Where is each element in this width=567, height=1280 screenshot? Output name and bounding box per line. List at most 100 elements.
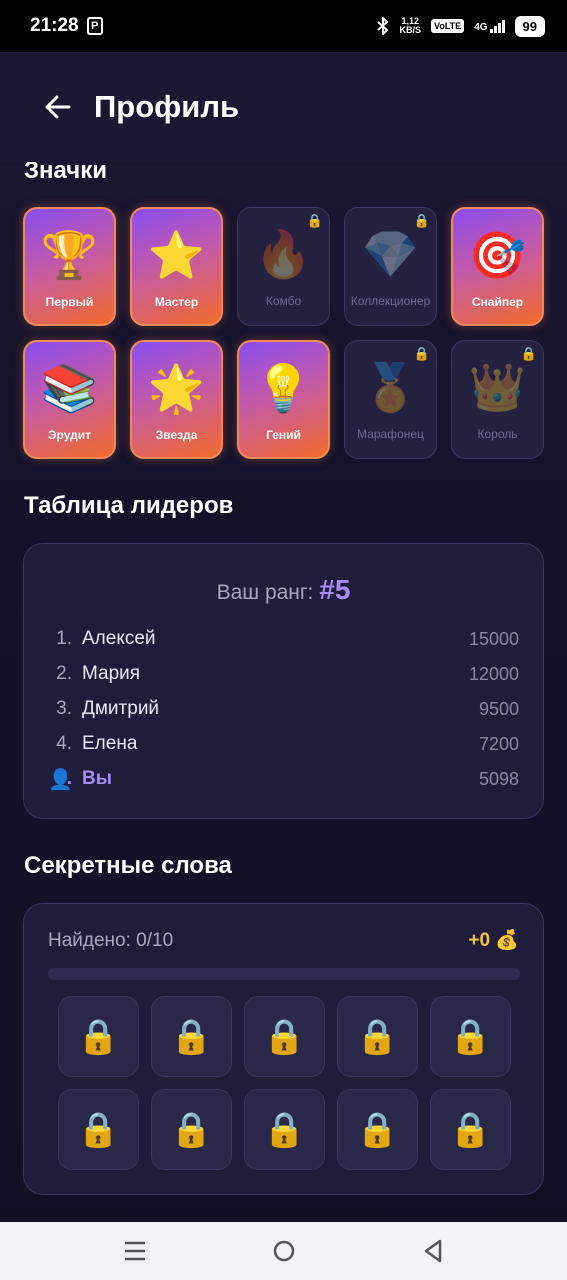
badge-1[interactable]: ⭐ Мастер [130, 207, 223, 326]
secret-word-cell[interactable]: 🔒 [337, 1089, 418, 1170]
badge-emoji-icon: 🎯 [468, 229, 527, 281]
bluetooth-icon [376, 17, 388, 35]
leaderboard-score: 5098 [478, 768, 519, 789]
lock-icon: 🔒 [413, 213, 430, 228]
padlock-icon: 🔒 [449, 1017, 492, 1056]
coins-reward: +0 💰 [468, 930, 519, 951]
app-header: Профиль [0, 52, 567, 162]
leaderboard-score: 9500 [478, 698, 519, 719]
menu-icon [124, 1241, 145, 1261]
leaderboard-num: 4. [56, 733, 72, 754]
signal-bars-icon [489, 19, 505, 33]
secret-word-cell[interactable]: 🔒 [244, 1089, 325, 1170]
lock-icon: 🔒 [306, 213, 323, 228]
rank-line: Ваш ранг: #5 [24, 574, 543, 606]
parking-icon: P [86, 17, 103, 35]
secret-word-cell[interactable]: 🔒 [58, 1089, 139, 1170]
leaderboard-num: 1. [56, 628, 72, 649]
badge-9[interactable]: 👑 Король 🔒 [451, 340, 544, 459]
badge-emoji-icon: 🏆 [40, 229, 99, 281]
badge-emoji-icon: 🌟 [147, 362, 206, 414]
badge-label: Король [477, 427, 518, 441]
badge-label: Первый [45, 295, 94, 309]
back-button[interactable] [413, 1231, 453, 1271]
leaderboard-name: Елена [82, 733, 138, 754]
rank-value: #5 [319, 574, 351, 605]
leaderboard-score: 7200 [478, 733, 519, 754]
leaderboard-name: Алексей [82, 628, 156, 649]
status-bar: 21:28 P 1,12 KB/S VoLTE 4G 99 [0, 0, 567, 52]
speed-unit: KB/S [399, 25, 422, 35]
badge-emoji-icon: 💡 [254, 362, 313, 414]
badge-4[interactable]: 🎯 Снайпер [451, 207, 544, 326]
user-icon: 👤 [48, 768, 73, 791]
secret-word-cell[interactable]: 🔒 [337, 996, 418, 1077]
volte-badge: VoLTE [431, 19, 465, 33]
leaderboard-num: 2. [56, 663, 72, 684]
secret-word-cell[interactable]: 🔒 [430, 1089, 511, 1170]
badge-label: Гений [266, 428, 301, 442]
network-type: 4G [474, 21, 488, 33]
badge-5[interactable]: 📚 Эрудит [23, 340, 116, 459]
signal-indicator: 4G [474, 19, 505, 33]
leaderboard-row: 👤 5. Вы 5098 [24, 763, 543, 795]
badge-emoji-icon: 💎 [361, 228, 420, 280]
menu-button[interactable] [115, 1231, 155, 1271]
leaderboard-row: 3. Дмитрий 9500 [24, 693, 543, 725]
leaderboard-name: Вы [82, 768, 112, 789]
padlock-icon: 🔒 [356, 1017, 399, 1056]
found-progress-bar [48, 968, 520, 980]
back-arrow-icon[interactable] [42, 91, 74, 123]
badge-emoji-icon: 🏅 [361, 361, 420, 413]
badge-label: Мастер [154, 295, 199, 309]
status-right: 1,12 KB/S VoLTE 4G 99 [376, 15, 545, 37]
badge-6[interactable]: 🌟 Звезда [130, 340, 223, 459]
badge-emoji-icon: 🔥 [254, 228, 313, 280]
leaderboard-name: Мария [82, 663, 141, 684]
page-title: Профиль [94, 89, 240, 124]
badge-2[interactable]: 🔥 Комбо 🔒 [237, 207, 330, 326]
status-time: 21:28 [30, 15, 79, 36]
badge-label: Звезда [155, 428, 198, 442]
padlock-icon: 🔒 [170, 1017, 213, 1056]
leaderboard-row: 1. Алексей 15000 [24, 623, 543, 655]
rank-label: Ваш ранг: [216, 581, 314, 604]
badge-label: Коллекционер [350, 294, 431, 308]
system-nav-bar [0, 1222, 567, 1280]
badge-7[interactable]: 💡 Гений [237, 340, 330, 459]
badge-label: Марафонец [357, 427, 424, 441]
leaderboard-name: Дмитрий [82, 698, 160, 719]
back-triangle-icon [424, 1239, 441, 1263]
badge-label: Комбо [265, 294, 302, 308]
padlock-icon: 🔒 [449, 1110, 492, 1149]
badge-label: Эрудит [48, 428, 91, 442]
found-counter: Найдено: 0/10 [48, 930, 174, 951]
badge-0[interactable]: 🏆 Первый [23, 207, 116, 326]
padlock-icon: 🔒 [170, 1110, 213, 1149]
network-speed: 1,12 KB/S [400, 17, 422, 35]
badge-emoji-icon: 📚 [40, 362, 99, 414]
secret-word-cell[interactable]: 🔒 [151, 996, 232, 1077]
padlock-icon: 🔒 [77, 1110, 120, 1149]
leaderboard-score: 12000 [468, 663, 519, 684]
secret-words-grid: 🔒 🔒 🔒 🔒 🔒 🔒 🔒 🔒 🔒 🔒 [58, 996, 511, 1170]
home-button[interactable] [264, 1231, 304, 1271]
secret-word-cell[interactable]: 🔒 [244, 996, 325, 1077]
secret-word-cell[interactable]: 🔒 [151, 1089, 232, 1170]
leaderboard-num: 3. [56, 698, 72, 719]
battery-icon: 99 [514, 15, 545, 37]
padlock-icon: 🔒 [356, 1110, 399, 1149]
secret-words-card: Найдено: 0/10 +0 💰 🔒 🔒 🔒 🔒 🔒 🔒 🔒 🔒 🔒 🔒 [23, 903, 544, 1195]
badge-8[interactable]: 🏅 Марафонец 🔒 [344, 340, 437, 459]
badge-emoji-icon: 👑 [468, 361, 527, 413]
badge-3[interactable]: 💎 Коллекционер 🔒 [344, 207, 437, 326]
badge-label: Снайпер [471, 295, 524, 309]
lock-icon: 🔒 [520, 346, 537, 361]
secret-word-cell[interactable]: 🔒 [58, 996, 139, 1077]
lock-icon: 🔒 [413, 346, 430, 361]
secret-word-cell[interactable]: 🔒 [430, 996, 511, 1077]
secret-words-title: Секретные слова [24, 852, 232, 879]
status-left: 21:28 P [30, 15, 103, 37]
padlock-icon: 🔒 [263, 1110, 306, 1149]
home-icon [273, 1240, 294, 1262]
